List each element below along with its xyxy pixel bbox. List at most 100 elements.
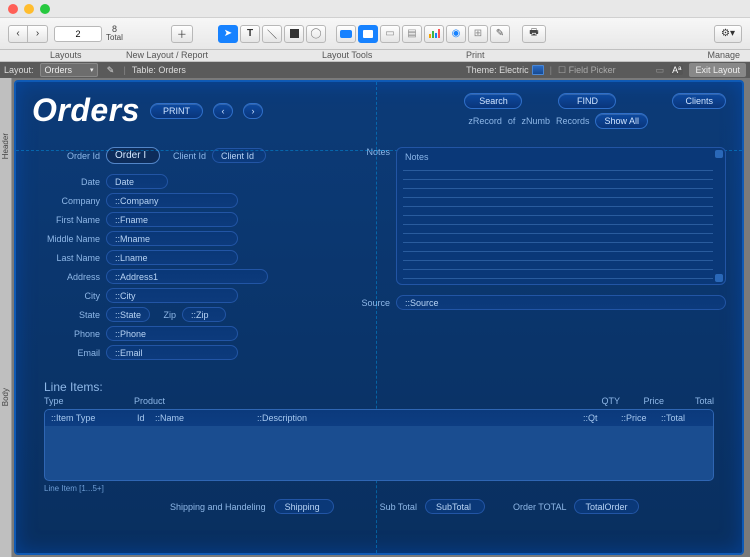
next-record-button[interactable]: › [243, 103, 263, 119]
li-qty-field[interactable]: ::Qt [583, 413, 621, 423]
field-picker-toggle[interactable]: ☐ Field Picker [558, 65, 616, 76]
manage-label: Manage [707, 50, 740, 60]
record-number-input[interactable] [54, 26, 102, 42]
layout-label: Layout: [4, 65, 34, 75]
source-field[interactable]: ::Source [396, 295, 726, 310]
li-total-field[interactable]: ::Total [661, 413, 707, 423]
col-total: Total [664, 396, 714, 406]
notes-field[interactable]: Notes [396, 147, 726, 285]
city-label: City [32, 291, 100, 301]
edit-layout-icon[interactable]: ✎ [104, 63, 118, 77]
layout-tool-icon[interactable]: ⊞ [468, 25, 488, 43]
form-right-column: Notes Notes Source ::Source [350, 147, 726, 364]
tab-tool-icon[interactable]: ▭ [380, 25, 400, 43]
last-name-field[interactable]: ::Lname [106, 250, 238, 265]
rect-tool-icon[interactable] [284, 25, 304, 43]
nav-back-button[interactable]: ‹ [8, 25, 28, 43]
line-item-row[interactable]: ::Item Type Id ::Name ::Description ::Qt… [45, 410, 713, 426]
ordertotal-field[interactable]: TotalOrder [574, 499, 638, 514]
vertical-guide-icon [376, 82, 377, 553]
search-button[interactable]: Search [464, 93, 522, 109]
window-zoom-icon[interactable] [40, 4, 50, 14]
clients-button[interactable]: Clients [672, 93, 726, 109]
company-field[interactable]: ::Company [106, 193, 238, 208]
state-field[interactable]: ::State [106, 307, 150, 322]
line-tool-icon[interactable]: ＼ [262, 25, 282, 43]
text-style-button[interactable]: Aª [670, 65, 683, 75]
city-field[interactable]: ::City [106, 288, 238, 303]
li-name-field[interactable]: ::Name [155, 413, 257, 423]
first-name-field[interactable]: ::Fname [106, 212, 238, 227]
toolbar-labels: Layouts New Layout / Report Layout Tools… [0, 50, 750, 62]
li-id-label: Id [137, 413, 155, 423]
layout-dropdown[interactable]: Orders [40, 63, 98, 77]
line-items-header: Line Items: [44, 380, 726, 394]
header-part-label[interactable]: Header [1, 133, 10, 159]
subtotal-label: Sub Total [380, 502, 417, 512]
state-label: State [32, 310, 100, 320]
shipping-field[interactable]: Shipping [274, 499, 334, 514]
phone-field[interactable]: ::Phone [106, 326, 238, 341]
format-tool-icon[interactable]: ✎ [490, 25, 510, 43]
shipping-label: Shipping and Handeling [170, 502, 266, 512]
date-label: Date [32, 177, 100, 187]
circle-tool-icon[interactable]: ◯ [306, 25, 326, 43]
table-label: Table: Orders [132, 65, 186, 75]
print-label: Print [466, 50, 485, 60]
web-tool-icon[interactable]: ◉ [446, 25, 466, 43]
part-tool-icon[interactable] [358, 25, 378, 43]
notes-label: Notes [350, 147, 390, 157]
print-button[interactable]: PRINT [150, 103, 203, 119]
layout-bar: Layout: Orders ✎ | Table: Orders Theme: … [0, 62, 750, 78]
date-field[interactable]: Date [106, 174, 168, 189]
new-layout-label: New Layout / Report [126, 50, 208, 60]
zrecord-label: zRecord [468, 116, 502, 126]
window-minimize-icon[interactable] [24, 4, 34, 14]
nav-forward-button[interactable]: › [28, 25, 48, 43]
exit-layout-button[interactable]: Exit Layout [689, 63, 746, 77]
client-id-label: Client Id [166, 151, 206, 161]
pointer-tool-icon[interactable]: ➤ [218, 25, 238, 43]
line-items-columns: Type Product QTY Price Total [16, 396, 742, 406]
layout-tools-label: Layout Tools [322, 50, 372, 60]
col-price: Price [620, 396, 664, 406]
li-desc-field[interactable]: ::Description [257, 413, 583, 423]
scroll-down-icon[interactable] [715, 274, 723, 282]
find-button[interactable]: FIND [558, 93, 616, 109]
show-all-button[interactable]: Show All [595, 113, 648, 129]
layout-canvas[interactable]: Orders PRINT ‹ › Search FIND Clients zRe… [14, 80, 744, 555]
records-label: Records [556, 116, 590, 126]
text-tool-icon[interactable]: T [240, 25, 260, 43]
last-name-label: Last Name [32, 253, 100, 263]
znumb-label: zNumb [521, 116, 550, 126]
li-price-field[interactable]: ::Price [621, 413, 661, 423]
new-layout-button[interactable]: ＋ [171, 25, 193, 43]
li-type-field[interactable]: ::Item Type [51, 413, 137, 423]
of-label: of [508, 116, 516, 126]
prev-record-button[interactable]: ‹ [213, 103, 233, 119]
line-items-portal[interactable]: ::Item Type Id ::Name ::Description ::Qt… [44, 409, 714, 481]
subtotal-field[interactable]: SubTotal [425, 499, 485, 514]
middle-name-field[interactable]: ::Mname [106, 231, 238, 246]
theme-indicator[interactable]: Theme: Electric [466, 65, 544, 75]
manage-gear-button[interactable]: ⚙▾ [714, 25, 742, 43]
body-part-label[interactable]: Body [1, 388, 10, 406]
print-tool-icon[interactable]: 🖶 [522, 25, 546, 43]
ordertotal-label: Order TOTAL [513, 502, 567, 512]
window-titlebar [0, 0, 750, 18]
email-field[interactable]: ::Email [106, 345, 238, 360]
portal-tool-icon[interactable]: ▤ [402, 25, 422, 43]
window-close-icon[interactable] [8, 4, 18, 14]
chart-tool-icon[interactable] [424, 25, 444, 43]
scroll-up-icon[interactable] [715, 150, 723, 158]
address-label: Address [32, 272, 100, 282]
page-title: Orders [32, 92, 140, 129]
address-field[interactable]: ::Address1 [106, 269, 268, 284]
zip-field[interactable]: ::Zip [182, 307, 226, 322]
col-product: Product [134, 396, 576, 406]
header-right-cluster: Search FIND Clients zRecord of zNumb Rec… [464, 93, 726, 129]
col-qty: QTY [576, 396, 620, 406]
screen-icon[interactable]: ▭ [656, 65, 665, 76]
field-tool-icon[interactable] [336, 25, 356, 43]
form-left-column: Order Id Order I Client Id Client Id Dat… [32, 147, 332, 364]
